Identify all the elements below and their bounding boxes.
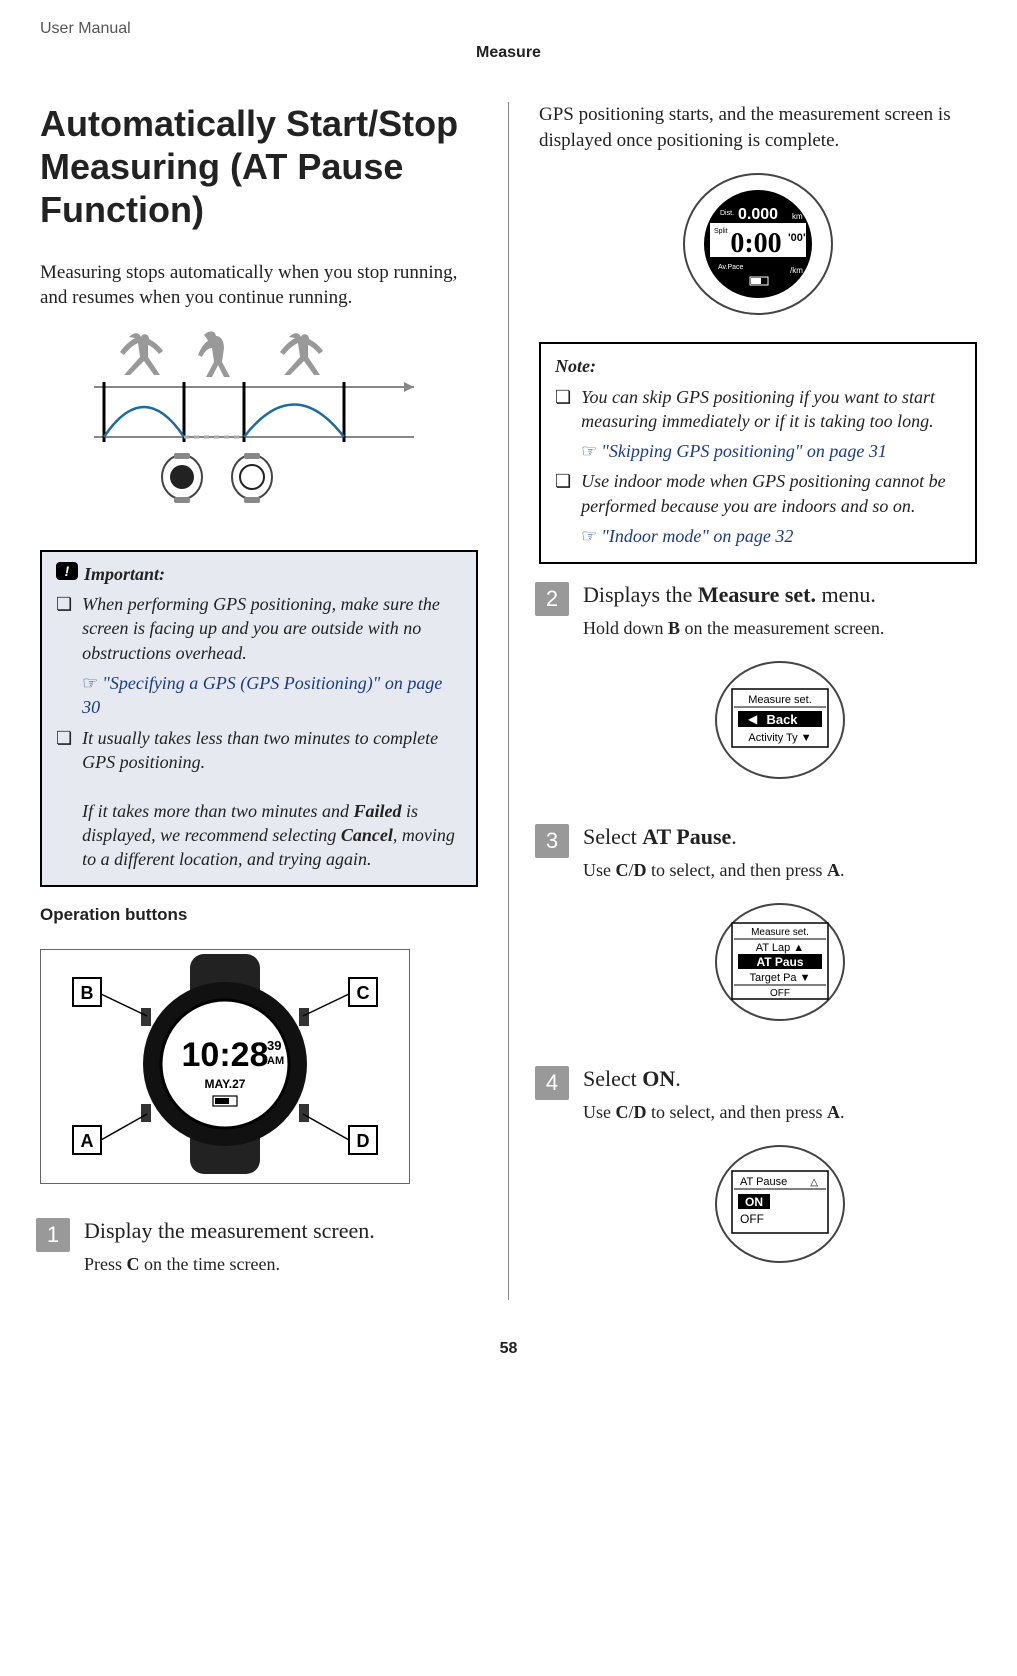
page-number: 58: [40, 1340, 977, 1358]
note-item-2-text: Use indoor mode when GPS positioning can…: [581, 471, 945, 515]
pause-diagram-figure: [40, 327, 478, 532]
button-label-A: A: [81, 1131, 94, 1151]
step-2-desc: Hold down B on the measurement screen.: [583, 618, 977, 639]
note-item-1: ❏ You can skip GPS positioning if you wa…: [555, 385, 961, 464]
important-item-1: ❏ When performing GPS positioning, make …: [56, 592, 462, 719]
svg-text:!: !: [65, 563, 70, 579]
watch-time: 10:28: [182, 1036, 269, 1074]
svg-text:'00": '00": [788, 232, 808, 244]
svg-text:OFF: OFF: [770, 988, 790, 999]
measurement-watch-figure: Dist. 0.000 km Split 0:00 '00" Av.Pace /…: [539, 169, 977, 324]
step-4-watch: AT Pause △ ON OFF: [583, 1139, 977, 1274]
important-callout: ! Important: ❏ When performing GPS posit…: [40, 550, 478, 888]
svg-text:△: △: [810, 1177, 818, 1188]
svg-text:0:00: 0:00: [730, 228, 781, 259]
step-1-title: Display the measurement screen.: [84, 1218, 478, 1244]
svg-text:ON: ON: [745, 1195, 763, 1209]
step-1-desc: Press C on the time screen.: [84, 1254, 478, 1275]
svg-text:0.000: 0.000: [738, 206, 778, 223]
button-label-B: B: [81, 983, 94, 1003]
step-number: 1: [36, 1218, 70, 1252]
gps-positioning-text: GPS positioning starts, and the measurem…: [539, 102, 977, 153]
svg-text:Measure set.: Measure set.: [748, 694, 812, 706]
pointer-icon: ☞: [581, 526, 597, 546]
important-title: Important:: [84, 562, 165, 586]
step-3: 3 Select AT Pause. Use C/D to select, an…: [539, 824, 977, 1048]
step-4-title: Select ON.: [583, 1066, 977, 1092]
svg-text:Target Pa ▼: Target Pa ▼: [749, 972, 810, 984]
important-item-1-text: When performing GPS positioning, make su…: [82, 594, 440, 663]
measurement-watch-svg: Dist. 0.000 km Split 0:00 '00" Av.Pace /…: [658, 169, 858, 319]
step-2-title: Displays the Measure set. menu.: [583, 582, 977, 608]
svg-text:39: 39: [267, 1038, 281, 1053]
svg-text:◀: ◀: [748, 712, 758, 726]
svg-text:AT Paus: AT Paus: [756, 955, 803, 969]
intro-paragraph: Measuring stops automatically when you s…: [40, 260, 478, 311]
link-gps-positioning[interactable]: ☞"Specifying a GPS (GPS Positioning)" on…: [82, 671, 462, 720]
important-item-2-text-b: If it takes more than two minutes and Fa…: [82, 801, 455, 870]
button-label-C: C: [357, 983, 370, 1003]
step-number: 4: [535, 1066, 569, 1100]
svg-text:Dist.: Dist.: [720, 210, 734, 217]
svg-text:Activity Ty ▼: Activity Ty ▼: [748, 732, 811, 744]
important-item-2: ❏ It usually takes less than two minutes…: [56, 726, 462, 872]
operation-buttons-heading: Operation buttons: [40, 905, 478, 925]
step-3-title: Select AT Pause.: [583, 824, 977, 850]
svg-text:OFF: OFF: [740, 1212, 764, 1226]
bullet-icon: ❏: [555, 385, 571, 464]
button-label-D: D: [357, 1131, 370, 1151]
svg-text:MAY.27: MAY.27: [205, 1077, 246, 1091]
bullet-icon: ❏: [56, 592, 72, 719]
step-2: 2 Displays the Measure set. menu. Hold d…: [539, 582, 977, 806]
note-callout: Note: ❏ You can skip GPS positioning if …: [539, 342, 977, 564]
svg-text:km: km: [792, 212, 803, 221]
column-divider: [508, 102, 509, 1300]
pointer-icon: ☞: [82, 673, 98, 693]
step-4-desc: Use C/D to select, and then press A.: [583, 1102, 977, 1123]
pointer-icon: ☞: [581, 441, 597, 461]
step-3-watch: Measure set. AT Lap ▲ AT Paus Target Pa …: [583, 897, 977, 1032]
operation-buttons-figure: 10:28 39 AM MAY.27 B A: [40, 949, 410, 1184]
bullet-icon: ❏: [56, 726, 72, 872]
svg-text:Measure set.: Measure set.: [751, 927, 809, 938]
operation-buttons-svg: 10:28 39 AM MAY.27 B A: [45, 954, 405, 1174]
svg-text:AT Pause: AT Pause: [740, 1176, 787, 1188]
pause-diagram-svg: [84, 327, 434, 527]
svg-text:Split: Split: [714, 228, 728, 235]
note-item-1-text: You can skip GPS positioning if you want…: [581, 387, 935, 431]
page-title: Automatically Start/Stop Measuring (AT P…: [40, 102, 478, 232]
svg-text:Back: Back: [766, 712, 798, 727]
svg-text:Av.Pace: Av.Pace: [718, 264, 744, 271]
note-item-2: ❏ Use indoor mode when GPS positioning c…: [555, 469, 961, 548]
section-heading: Measure: [40, 44, 977, 62]
link-indoor-mode[interactable]: ☞"Indoor mode" on page 32: [581, 524, 961, 548]
link-skip-gps[interactable]: ☞"Skipping GPS positioning" on page 31: [581, 439, 961, 463]
step-3-desc: Use C/D to select, and then press A.: [583, 860, 977, 881]
important-item-2-text-a: It usually takes less than two minutes t…: [82, 728, 438, 772]
step-2-watch: Measure set. ◀ Back Activity Ty ▼: [583, 655, 977, 790]
step-1: 1 Display the measurement screen. Press …: [40, 1218, 478, 1287]
bullet-icon: ❏: [555, 469, 571, 548]
svg-text:AM: AM: [267, 1055, 284, 1067]
svg-text:/km: /km: [790, 266, 803, 275]
svg-text:AT Lap ▲: AT Lap ▲: [756, 942, 804, 954]
step-number: 2: [535, 582, 569, 616]
step-number: 3: [535, 824, 569, 858]
note-title: Note:: [555, 354, 961, 378]
important-icon: !: [56, 562, 78, 586]
step-4: 4 Select ON. Use C/D to select, and then…: [539, 1066, 977, 1290]
doc-type-label: User Manual: [40, 20, 977, 38]
